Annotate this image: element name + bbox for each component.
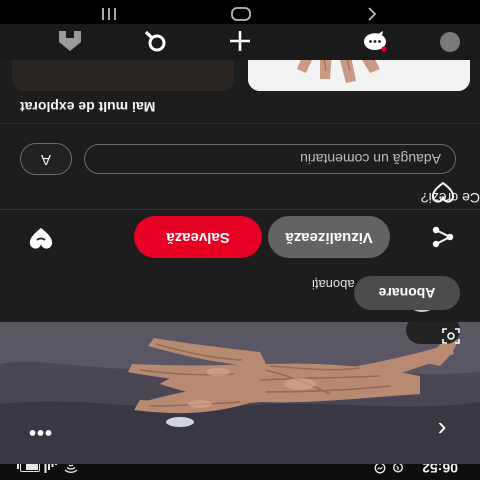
author-row: maria 220 de abonați Abonare: [0, 266, 480, 322]
comment-input[interactable]: [84, 144, 456, 174]
comments-section: Ce crezi? A: [0, 124, 480, 224]
pin-screen: 06:52 ‹ ••• abonați Abonare Salvează Viz…: [0, 0, 480, 480]
add-icon[interactable]: [225, 28, 255, 54]
pin-image[interactable]: ‹ •••: [0, 316, 480, 464]
share-icon[interactable]: [430, 224, 456, 250]
ellipsis-icon[interactable]: •••: [24, 421, 56, 443]
messages-icon[interactable]: [360, 28, 390, 54]
reaction-heart-icon[interactable]: [28, 224, 54, 250]
home-nav-icon[interactable]: [230, 3, 252, 22]
recents-nav-icon[interactable]: [98, 3, 120, 22]
explore-title: Mai mult de explorat: [20, 99, 156, 115]
profile-icon[interactable]: [440, 32, 460, 52]
system-navigation: [0, 0, 480, 24]
chevron-left-icon[interactable]: ‹: [426, 414, 458, 446]
comments-prompt: Ce crezi?: [420, 190, 480, 206]
home-icon[interactable]: [55, 28, 85, 54]
search-icon[interactable]: [140, 28, 170, 54]
user-avatar-initial[interactable]: A: [20, 143, 72, 175]
follow-button[interactable]: Abonare: [354, 276, 460, 310]
bottom-navigation: [0, 24, 480, 60]
back-nav-icon[interactable]: [364, 3, 380, 22]
